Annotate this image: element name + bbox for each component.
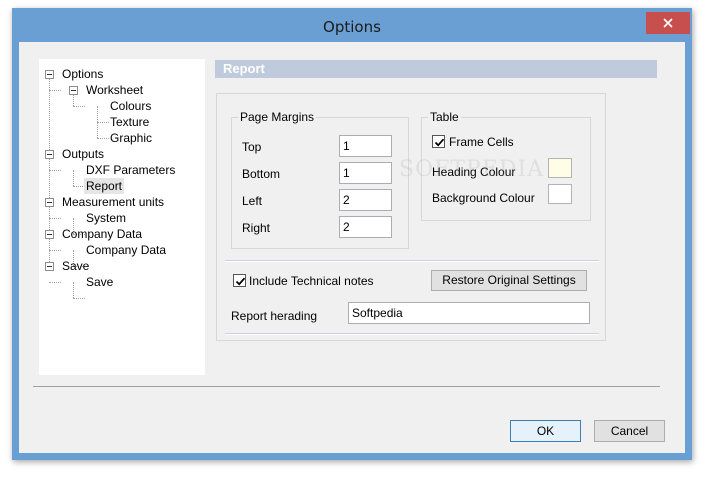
watermark: SOFTPEDIA	[399, 157, 545, 182]
options-tree[interactable]: Options Worksheet Colours Texture Graphi…	[39, 59, 205, 375]
panel-header: Report	[215, 60, 657, 78]
expand-toggle-company[interactable]	[45, 230, 54, 239]
right-margin-label: Right	[242, 221, 271, 235]
tree-item-options[interactable]: Options	[62, 66, 103, 82]
tree-item-company-data-parent[interactable]: Company Data	[62, 226, 142, 242]
frame-cells-checkbox[interactable]	[432, 135, 445, 148]
table-title: Table	[428, 110, 461, 124]
separator	[225, 333, 599, 335]
expand-toggle-options[interactable]	[45, 70, 54, 79]
frame-cells-label: Frame Cells	[449, 135, 514, 149]
top-margin-label: Top	[242, 140, 262, 154]
heading-colour-swatch[interactable]	[548, 158, 572, 178]
include-notes-label: Include Technical notes	[249, 274, 374, 288]
include-notes-checkbox[interactable]	[233, 274, 246, 287]
background-colour-swatch[interactable]	[548, 184, 572, 204]
expand-toggle-measurement[interactable]	[45, 198, 54, 207]
background-colour-label: Background Colour	[432, 191, 535, 205]
page-margins-group: Page Margins Top 1 Bottom 1 Left 2 Right…	[231, 111, 409, 249]
title-bar[interactable]: Options	[12, 8, 692, 42]
right-margin-input[interactable]: 2	[339, 216, 392, 238]
bottom-margin-input[interactable]: 1	[339, 162, 392, 184]
separator	[225, 260, 599, 262]
footer-separator	[33, 386, 660, 387]
tree-item-save-parent[interactable]: Save	[62, 258, 89, 274]
restore-original-settings-button[interactable]: Restore Original Settings	[431, 270, 587, 291]
report-heading-label: Report herading	[231, 309, 318, 323]
close-button[interactable]	[646, 12, 690, 34]
dialog-body: Options Worksheet Colours Texture Graphi…	[19, 42, 685, 453]
tree-item-outputs[interactable]: Outputs	[62, 146, 104, 162]
page-margins-title: Page Margins	[238, 110, 317, 124]
tree-item-dxf-parameters[interactable]: DXF Parameters	[86, 162, 175, 178]
bottom-margin-label: Bottom	[242, 167, 281, 181]
tree-item-report[interactable]: Report	[84, 178, 125, 194]
ok-button[interactable]: OK	[510, 420, 581, 442]
left-margin-label: Left	[242, 194, 263, 208]
checkmark-icon	[434, 138, 445, 147]
tree-item-company-data[interactable]: Company Data	[86, 242, 166, 258]
window-title: Options	[323, 18, 381, 36]
report-heading-input[interactable]: Softpedia	[348, 302, 590, 324]
tree-item-system[interactable]: System	[86, 210, 126, 226]
left-margin-input[interactable]: 2	[339, 189, 392, 211]
expand-toggle-outputs[interactable]	[45, 150, 54, 159]
report-settings-panel: Page Margins Top 1 Bottom 1 Left 2 Right…	[216, 93, 606, 341]
tree-item-measurement-units[interactable]: Measurement units	[62, 194, 164, 210]
tree-item-graphic[interactable]: Graphic	[110, 130, 152, 146]
tree-item-worksheet[interactable]: Worksheet	[86, 82, 143, 98]
tree-item-texture[interactable]: Texture	[110, 114, 149, 130]
top-margin-input[interactable]: 1	[339, 135, 392, 157]
cancel-button[interactable]: Cancel	[594, 420, 665, 442]
options-window: Options Options Worksheet Colours Textur…	[12, 8, 692, 460]
expand-toggle-worksheet[interactable]	[69, 86, 78, 95]
tree-item-save[interactable]: Save	[86, 274, 113, 290]
expand-toggle-save[interactable]	[45, 262, 54, 271]
close-icon	[663, 18, 673, 28]
checkmark-icon	[235, 277, 246, 286]
tree-item-colours[interactable]: Colours	[110, 98, 151, 114]
